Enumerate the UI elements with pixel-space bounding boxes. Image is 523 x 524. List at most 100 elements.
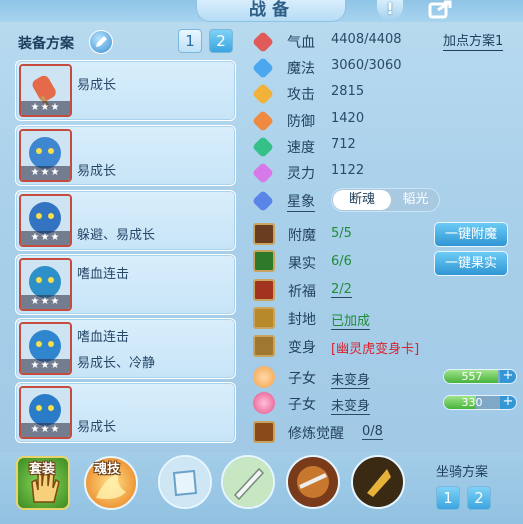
shield-icon <box>288 457 338 507</box>
attr-label: 速度 <box>287 140 315 156</box>
attr-label: 防御 <box>287 114 315 130</box>
mount-plan-label: 坐骑方案 <box>436 465 489 480</box>
fumo-value: 5/5 <box>331 226 352 241</box>
equip-slot-1[interactable]: ★★★ 易成长 <box>15 60 236 121</box>
star-rating: ★★★ <box>21 359 70 373</box>
attr-label: 气血 <box>287 35 315 51</box>
equip-icon-5: ★★★ <box>19 322 72 375</box>
attr-value: 4408/4408 <box>331 32 402 47</box>
title-plate: 战备 <box>196 0 346 22</box>
star-rating: ★★★ <box>21 166 70 180</box>
skill-slot-4[interactable] <box>351 455 405 509</box>
claw-icon <box>353 457 403 507</box>
one-click-fruit-button[interactable]: 一键果实 <box>434 251 508 276</box>
equip-slot-4[interactable]: ★★★ 嗜血连击 <box>15 254 236 315</box>
star-rating: ★★★ <box>21 423 70 437</box>
bianshen-label: 变身 <box>288 340 316 356</box>
star-rating: ★★★ <box>21 295 70 309</box>
one-click-enchant-button[interactable]: 一键附魔 <box>434 222 508 247</box>
slot-trait: 易成长 <box>77 78 117 93</box>
add-point-plan-link[interactable]: 加点方案1 <box>443 34 504 51</box>
defense-icon <box>251 109 275 133</box>
xingxiang-label[interactable]: 星象 <box>287 191 315 212</box>
attr-value: 1122 <box>331 163 365 178</box>
equip-icon-1: ★★★ <box>19 64 72 117</box>
page-title: 战备 <box>249 0 295 20</box>
mana-icon <box>251 56 275 80</box>
transform-icon <box>253 335 275 357</box>
cultivation-icon <box>253 421 275 443</box>
equip-slot-3[interactable]: ★★★ 躲避、易成长 <box>15 190 236 251</box>
share-button[interactable] <box>426 0 456 20</box>
toggle-option-taoguang[interactable]: 韬光 <box>392 190 439 210</box>
xingxiang-toggle[interactable]: 断魂 韬光 <box>331 188 440 212</box>
blessing-icon <box>253 279 275 301</box>
child-icon <box>253 366 275 388</box>
edit-plan-button[interactable] <box>89 30 113 54</box>
child-status-2[interactable]: 未变身 <box>331 395 371 415</box>
speed-icon <box>251 135 275 159</box>
slot-trait-line-1: 嗜血连击 <box>77 330 130 345</box>
toggle-option-duanhun[interactable]: 断魂 <box>333 190 391 210</box>
heart-icon <box>251 30 275 54</box>
exclamation-icon: ! <box>386 0 394 18</box>
attack-icon <box>251 82 275 106</box>
slot-trait: 易成长 <box>77 420 117 435</box>
star-rating: ★★★ <box>21 231 70 245</box>
equip-plan-label: 装备方案 <box>18 36 74 52</box>
fengdi-label: 封地 <box>288 312 316 328</box>
attr-label: 灵力 <box>287 166 315 182</box>
attr-label: 魔法 <box>287 61 315 77</box>
soul-skill-label: 魂技 <box>94 462 121 477</box>
equip-icon-3: ★★★ <box>19 194 72 247</box>
star-sign-icon <box>251 189 275 213</box>
qifu-value[interactable]: 2/2 <box>331 282 352 298</box>
equip-icon-4: ★★★ <box>19 258 72 311</box>
suit-label: 套装 <box>29 462 56 477</box>
spirit-icon <box>251 161 275 185</box>
child-bar-2: 330 + <box>443 395 517 410</box>
qifu-label: 祈福 <box>288 284 316 300</box>
attr-value: 3060/3060 <box>331 58 402 73</box>
sword-icon <box>223 457 273 507</box>
child-label-1: 子女 <box>288 371 316 387</box>
xiulian-value[interactable]: 0/8 <box>362 424 383 440</box>
star-rating: ★★★ <box>21 101 70 115</box>
child-bar-1: 557 + <box>443 369 517 384</box>
fengdi-value[interactable]: 已加成 <box>331 310 371 330</box>
xiulian-label: 修炼觉醒 <box>288 426 344 442</box>
attr-value: 2815 <box>331 84 365 99</box>
equip-slot-5[interactable]: ★★★ 嗜血连击 易成长、冷静 <box>15 318 236 379</box>
equip-slot-2[interactable]: ★★★ 易成长 <box>15 125 236 186</box>
pencil-icon <box>96 36 107 47</box>
slot-trait: 嗜血连击 <box>77 267 130 282</box>
plus-icon[interactable]: + <box>500 370 516 383</box>
fief-icon <box>253 307 275 329</box>
skill-slot-2[interactable] <box>221 455 275 509</box>
share-icon <box>428 0 452 19</box>
child-label-2: 子女 <box>288 397 316 413</box>
child-status-1[interactable]: 未变身 <box>331 369 371 389</box>
enchant-icon <box>253 223 275 245</box>
plan-1-button[interactable]: 1 <box>178 29 202 53</box>
child-bar-value: 557 <box>461 370 483 383</box>
skill-slot-3[interactable] <box>286 455 340 509</box>
guoshi-value: 6/6 <box>331 254 352 269</box>
guoshi-label: 果实 <box>288 256 316 272</box>
equip-icon-2: ★★★ <box>19 129 72 182</box>
fumo-label: 附魔 <box>288 228 316 244</box>
child-icon <box>253 392 275 414</box>
mount-plan-2-button[interactable]: 2 <box>467 486 491 510</box>
plus-icon[interactable]: + <box>500 396 516 409</box>
skill-slot-1[interactable] <box>158 455 212 509</box>
bianshen-value[interactable]: [幽灵虎变身卡] <box>331 338 419 357</box>
plan-2-button[interactable]: 2 <box>209 29 233 53</box>
attr-label: 攻击 <box>287 87 315 103</box>
equip-icon-6: ★★★ <box>19 386 72 439</box>
mount-plan-1-button[interactable]: 1 <box>436 486 460 510</box>
slot-trait: 易成长 <box>77 164 117 179</box>
slot-trait: 躲避、易成长 <box>77 228 156 243</box>
scroll-icon <box>160 457 210 507</box>
equip-slot-6[interactable]: ★★★ 易成长 <box>15 382 236 443</box>
slot-trait-line-2: 易成长、冷静 <box>77 356 156 371</box>
